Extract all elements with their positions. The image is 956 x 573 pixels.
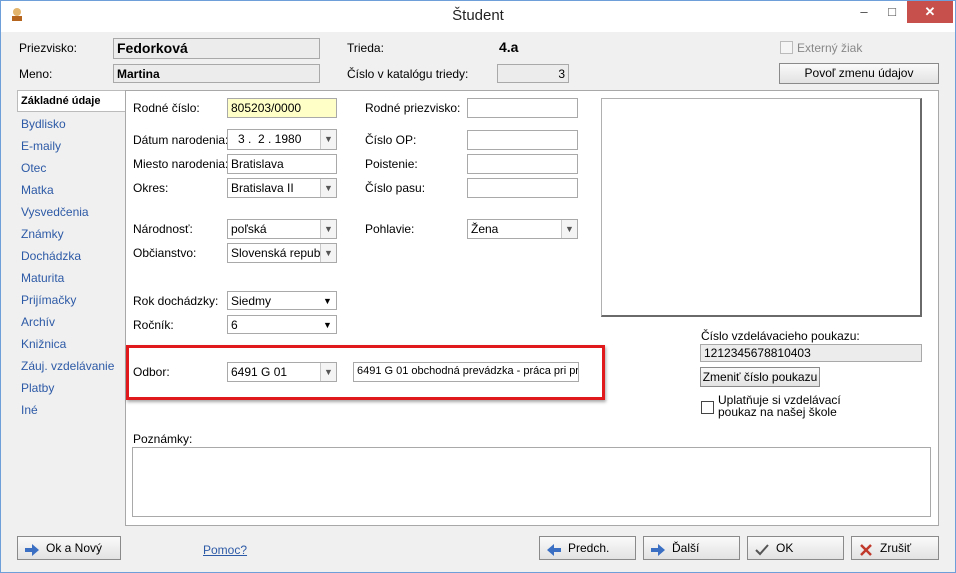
priezvisko-field[interactable]: Fedorková	[113, 38, 320, 59]
poznamky-label: Poznámky:	[133, 432, 193, 446]
window-title: Študent	[452, 7, 504, 24]
uplatnuje-checkbox[interactable]	[701, 401, 714, 414]
nav-item[interactable]: Záuj. vzdelávanie	[21, 359, 114, 373]
narodnost-value: poľská	[231, 222, 267, 236]
rok-value: Siedmy	[231, 294, 272, 308]
chevron-down-icon[interactable]: ▼	[561, 220, 577, 238]
uplatnuje-label: Uplatňuje si vzdelávací poukaz na našej …	[718, 394, 841, 418]
rok-label: Rok dochádzky:	[133, 294, 219, 308]
dalsi-label: Ďalší	[672, 541, 700, 555]
ok-label: OK	[776, 541, 794, 555]
nav-item[interactable]: Známky	[21, 227, 64, 241]
nav-item[interactable]: Vysvedčenia	[21, 205, 89, 219]
katalog-field[interactable]: 3	[497, 64, 569, 83]
chevron-down-icon[interactable]: ▼	[320, 317, 335, 332]
pohlavie-label: Pohlavie:	[365, 222, 415, 236]
obcianstvo-label: Občianstvo:	[133, 246, 197, 260]
rok-select[interactable]: Siedmy ▼	[227, 291, 337, 310]
miesto-field[interactable]: Bratislava	[227, 154, 337, 174]
katalog-label: Číslo v katalógu triedy:	[347, 67, 469, 81]
student-window: Študent – □ ✕ Priezvisko: Fedorková Meno…	[0, 0, 956, 573]
pomoc-link[interactable]: Pomoc?	[203, 543, 247, 557]
nav-item[interactable]: Prijímačky	[21, 293, 76, 307]
rodne-priezvisko-label: Rodné priezvisko:	[365, 101, 461, 115]
externy-checkbox[interactable]	[780, 41, 793, 54]
pohlavie-select[interactable]: Žena ▼	[467, 219, 578, 239]
uplatnuje-label-line2: poukaz na našej škole	[718, 405, 837, 419]
obcianstvo-value: Slovenská republ	[231, 246, 324, 260]
trieda-label: Trieda:	[347, 41, 384, 55]
narodnost-label: Národnosť:	[133, 222, 193, 236]
cislo-op-label: Číslo OP:	[365, 133, 417, 147]
nav-item[interactable]: Knižnica	[21, 337, 66, 351]
datum-value: 3 . 2 . 1980	[238, 132, 302, 146]
okres-label: Okres:	[133, 181, 169, 195]
arrow-right-icon	[24, 542, 40, 556]
miesto-label: Miesto narodenia:	[133, 157, 229, 171]
poukaz-field[interactable]: 1212345678810403	[700, 344, 922, 362]
datum-label: Dátum narodenia:	[133, 133, 229, 147]
rodne-priezvisko-field[interactable]	[467, 98, 578, 118]
nav-item[interactable]: Dochádzka	[21, 249, 81, 263]
zrusit-label: Zrušiť	[880, 541, 912, 555]
povol-zmenu-button[interactable]: Povoľ zmenu údajov	[779, 63, 939, 84]
title-bar: Študent – □ ✕	[1, 1, 955, 32]
nav-item[interactable]: Otec	[21, 161, 46, 175]
predch-button[interactable]: Predch.	[539, 536, 636, 560]
chevron-down-icon[interactable]: ▼	[320, 130, 336, 149]
arrow-right-icon	[650, 542, 666, 556]
dalsi-button[interactable]: Ďalší	[643, 536, 740, 560]
arrow-left-icon	[546, 542, 562, 556]
nav-item[interactable]: E-maily	[21, 139, 61, 153]
highlight-box	[126, 345, 605, 400]
trieda-value: 4.a	[499, 39, 519, 55]
datum-picker[interactable]: 3 . 2 . 1980 ▼	[227, 129, 337, 150]
ok-button[interactable]: OK	[747, 536, 844, 560]
nav-item[interactable]: Základné údaje	[21, 95, 100, 107]
nav-item[interactable]: Iné	[21, 403, 38, 417]
maximize-button[interactable]: □	[879, 1, 905, 23]
ok-novy-label: Ok a Nový	[46, 541, 103, 555]
chevron-down-icon[interactable]: ▼	[320, 293, 335, 308]
okres-select[interactable]: Bratislava II ▼	[227, 178, 337, 198]
poistenie-field[interactable]	[467, 154, 578, 174]
photo-frame[interactable]	[601, 98, 922, 317]
zrusit-button[interactable]: Zrušiť	[851, 536, 939, 560]
ok-novy-button[interactable]: Ok a Nový	[17, 536, 121, 560]
pohlavie-value: Žena	[471, 222, 499, 236]
poznamky-textarea[interactable]	[132, 447, 931, 517]
cislo-op-field[interactable]	[467, 130, 578, 150]
meno-field[interactable]: Martina	[113, 64, 320, 83]
narodnost-select[interactable]: poľská ▼	[227, 219, 337, 239]
predch-label: Predch.	[568, 541, 610, 555]
nav-item[interactable]: Archív	[21, 315, 55, 329]
rodne-cislo-field[interactable]: 805203/0000	[227, 98, 337, 118]
close-button[interactable]: ✕	[907, 1, 953, 23]
cislo-pasu-label: Číslo pasu:	[365, 181, 426, 195]
meno-label: Meno:	[19, 67, 53, 81]
nav-item[interactable]: Platby	[21, 381, 54, 395]
chevron-down-icon[interactable]: ▼	[320, 244, 336, 262]
poistenie-label: Poistenie:	[365, 157, 418, 171]
externy-label: Externý žiak	[797, 41, 863, 55]
nav-item[interactable]: Matka	[21, 183, 54, 197]
checkmark-pencil-icon	[754, 542, 770, 556]
cislo-pasu-field[interactable]	[467, 178, 578, 198]
rocnik-label: Ročník:	[133, 318, 174, 332]
nav-item[interactable]: Bydlisko	[21, 117, 66, 131]
poukaz-label: Číslo vzdelávacieho poukazu:	[701, 329, 860, 343]
priezvisko-label: Priezvisko:	[19, 41, 78, 55]
okres-value: Bratislava II	[231, 181, 294, 195]
minimize-button[interactable]: –	[851, 1, 877, 23]
nav-item[interactable]: Maturita	[21, 271, 64, 285]
rocnik-value: 6	[231, 318, 238, 332]
zmenit-poukaz-button[interactable]: Zmeniť číslo poukazu	[700, 367, 820, 387]
rodne-cislo-label: Rodné číslo:	[133, 101, 200, 115]
rocnik-select[interactable]: 6 ▼	[227, 315, 337, 334]
chevron-down-icon[interactable]: ▼	[320, 220, 336, 238]
obcianstvo-select[interactable]: Slovenská republ ▼	[227, 243, 337, 263]
chevron-down-icon[interactable]: ▼	[320, 179, 336, 197]
cancel-icon	[858, 542, 874, 556]
